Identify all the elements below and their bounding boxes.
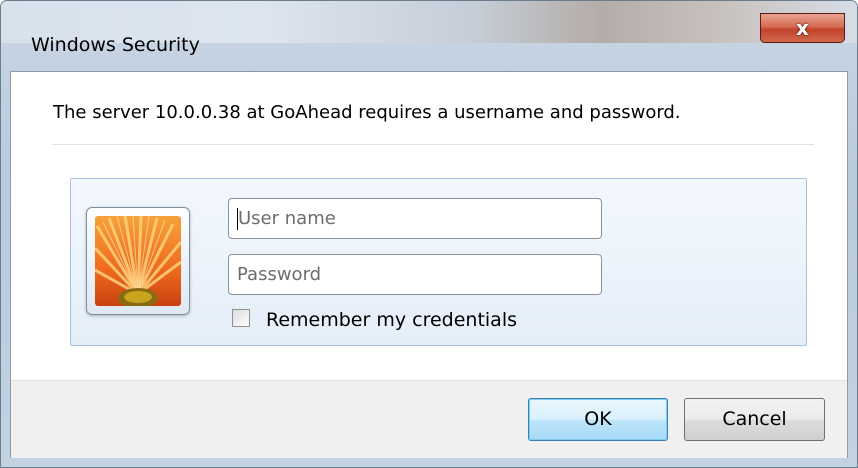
username-placeholder: User name — [238, 208, 336, 229]
avatar — [86, 207, 190, 315]
cancel-button[interactable]: Cancel — [684, 398, 825, 441]
password-placeholder: Password — [237, 264, 322, 285]
remember-checkbox[interactable] — [232, 309, 250, 327]
separator — [52, 144, 814, 145]
close-icon: x — [796, 16, 809, 40]
remember-label[interactable]: Remember my credentials — [266, 309, 517, 331]
username-field[interactable]: User name — [228, 198, 602, 239]
prompt-message: The server 10.0.0.38 at GoAhead requires… — [53, 102, 681, 123]
user-picture-flower-icon — [95, 216, 181, 306]
password-field[interactable]: Password — [228, 254, 602, 295]
ok-button[interactable]: OK — [528, 398, 668, 441]
close-button[interactable]: x — [760, 13, 845, 43]
window-title: Windows Security — [31, 34, 200, 56]
